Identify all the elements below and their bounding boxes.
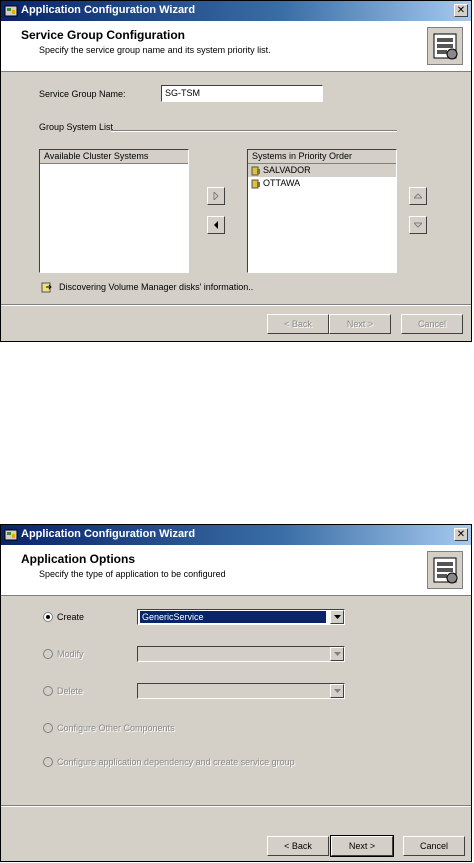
- add-system-button[interactable]: [207, 187, 225, 205]
- page-subtitle: Specify the service group name and its s…: [39, 45, 271, 55]
- select-value: GenericService: [140, 611, 326, 623]
- cancel-button[interactable]: Cancel: [401, 314, 463, 334]
- system-node-icon: [251, 166, 260, 176]
- create-label: Create: [57, 612, 85, 622]
- wizard-logo-icon: [427, 551, 463, 589]
- modify-label: Modify: [57, 649, 84, 659]
- page-title: Service Group Configuration: [21, 28, 186, 42]
- up-arrow-icon: [414, 193, 422, 199]
- application-options-window: Application Configuration Wizard ✕ Appli…: [0, 524, 472, 862]
- page-title: Application Options: [21, 552, 135, 566]
- title-bar: Application Configuration Wizard ✕: [1, 1, 471, 21]
- delete-label: Delete: [57, 686, 84, 696]
- remove-system-button[interactable]: [207, 216, 225, 234]
- footer-divider: [1, 805, 471, 807]
- cancel-button[interactable]: Cancel: [403, 836, 465, 856]
- list-item[interactable]: OTTAWA: [248, 177, 396, 190]
- priority-list-header: Systems in Priority Order: [248, 150, 396, 164]
- modify-select[interactable]: [137, 646, 345, 662]
- dropdown-button[interactable]: [330, 684, 344, 698]
- next-button[interactable]: Next >: [329, 314, 391, 334]
- systems-in-priority-order-list[interactable]: Systems in Priority Order SALVADOR OTTAW…: [247, 149, 397, 273]
- chevron-down-icon: [334, 689, 341, 693]
- configure-other-components-label: Configure Other Components: [57, 723, 175, 733]
- service-group-configuration-window: Application Configuration Wizard ✕ Servi…: [0, 0, 472, 342]
- section-divider: [111, 130, 397, 132]
- chevron-down-icon: [334, 652, 341, 656]
- down-arrow-icon: [414, 222, 422, 228]
- close-button[interactable]: ✕: [454, 528, 468, 541]
- configure-dependency-radio[interactable]: [43, 757, 53, 767]
- create-radio[interactable]: [43, 612, 53, 622]
- configure-dependency-label: Configure application dependency and cre…: [57, 757, 295, 767]
- service-group-name-label: Service Group Name:: [39, 89, 126, 99]
- move-down-button[interactable]: [409, 216, 427, 234]
- move-up-button[interactable]: [409, 187, 427, 205]
- chevron-down-icon: [334, 615, 341, 619]
- system-node-icon: [251, 179, 260, 189]
- wizard-header: Application Options Specify the type of …: [1, 545, 471, 596]
- right-arrow-icon: [213, 192, 219, 200]
- list-item[interactable]: SALVADOR: [248, 164, 396, 177]
- modify-radio[interactable]: [43, 649, 53, 659]
- back-button[interactable]: < Back: [267, 836, 329, 856]
- group-system-list-label: Group System List: [39, 122, 114, 132]
- delete-radio[interactable]: [43, 686, 53, 696]
- available-list-header: Available Cluster Systems: [40, 150, 188, 164]
- window-title: Application Configuration Wizard: [21, 528, 196, 540]
- footer-divider: [1, 304, 471, 306]
- dropdown-button[interactable]: [330, 647, 344, 661]
- page-subtitle: Specify the type of application to be co…: [39, 569, 226, 579]
- info-arrow-icon: [41, 282, 52, 293]
- window-title: Application Configuration Wizard: [21, 4, 196, 16]
- service-group-name-input[interactable]: SG-TSM: [161, 85, 323, 102]
- back-button[interactable]: < Back: [267, 314, 329, 334]
- status-text: Discovering Volume Manager disks' inform…: [59, 282, 254, 292]
- delete-select[interactable]: [137, 683, 345, 699]
- close-button[interactable]: ✕: [454, 4, 468, 17]
- dropdown-button[interactable]: [330, 610, 344, 624]
- wizard-header: Service Group Configuration Specify the …: [1, 21, 471, 72]
- left-arrow-icon: [214, 221, 218, 229]
- wizard-app-icon: [4, 5, 18, 17]
- create-application-type-select[interactable]: GenericService: [137, 609, 345, 625]
- configure-other-components-radio[interactable]: [43, 723, 53, 733]
- title-bar: Application Configuration Wizard ✕: [1, 525, 471, 545]
- next-button[interactable]: Next >: [330, 835, 394, 857]
- wizard-app-icon: [4, 529, 18, 541]
- wizard-logo-icon: [427, 27, 463, 65]
- available-cluster-systems-list[interactable]: Available Cluster Systems: [39, 149, 189, 273]
